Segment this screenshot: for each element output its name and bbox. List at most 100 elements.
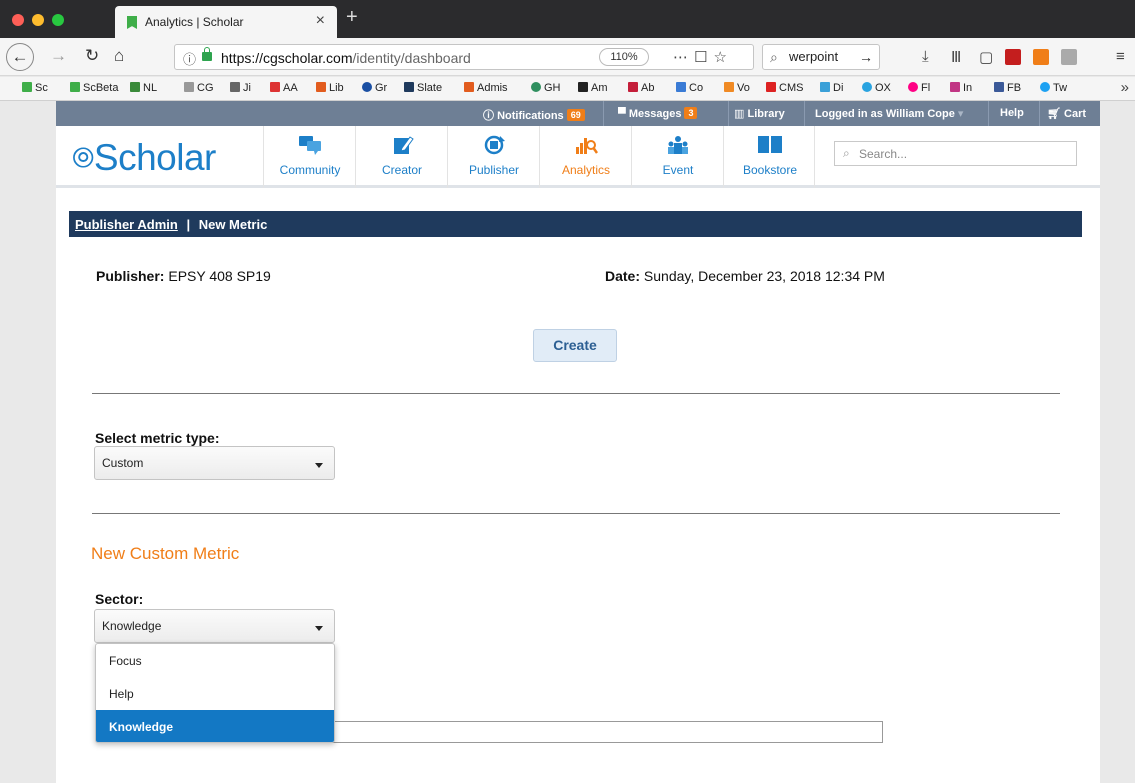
url-text: https://cgscholar.com/identity/dashboard <box>221 50 471 66</box>
chevron-down-icon <box>315 463 323 468</box>
bookmark-gr[interactable]: Gr <box>362 82 387 94</box>
bookmark-sc[interactable]: Sc <box>22 82 48 94</box>
forward-arrow-icon[interactable]: → <box>50 46 67 66</box>
bookmark-cms[interactable]: CMS <box>766 82 803 94</box>
bookmark-cg[interactable]: CG <box>184 82 214 94</box>
nav-publisher[interactable]: Publisher <box>447 126 539 188</box>
bookmark-admis[interactable]: Admis <box>464 82 508 94</box>
messages-link[interactable]: ▀ Messages 3 <box>618 107 698 120</box>
chat-bubbles-icon <box>299 136 321 155</box>
user-bar: ⓘ Notifications 69 ▀ Messages 3 ▥ Library … <box>56 101 1100 126</box>
pencil-icon <box>130 82 140 92</box>
browser-search-bar[interactable]: ⌕ ​werpoint → <box>762 44 880 70</box>
site-search-box[interactable]: ⌕ <box>834 141 1077 166</box>
bookmark-ox[interactable]: OX <box>862 82 891 94</box>
nav-community[interactable]: Community <box>263 126 355 188</box>
browser-tab[interactable]: Analytics | Scholar × <box>115 6 337 38</box>
bookmark-gh[interactable]: GH <box>531 82 561 94</box>
sector-option-focus[interactable]: Focus <box>96 644 334 677</box>
illinois-icon <box>464 82 474 92</box>
bookmark-lib[interactable]: Lib <box>316 82 344 94</box>
acrobat-extension-icon[interactable] <box>1005 49 1021 65</box>
bookmark-ji[interactable]: Ji <box>230 82 251 94</box>
nav-bookstore[interactable]: Bookstore <box>723 126 815 188</box>
url-bar[interactable]: ⓘ https://cgscholar.com/identity/dashboa… <box>174 44 754 70</box>
zoom-window-button[interactable] <box>52 14 64 26</box>
download-icon[interactable]: ⤓ <box>922 48 929 65</box>
ox-icon <box>862 82 872 92</box>
scholar-logo[interactable]: ⦾Scholar <box>72 137 216 179</box>
divider <box>92 393 1060 394</box>
bookmark-fb[interactable]: FB <box>994 82 1021 94</box>
extension-icon[interactable] <box>1061 49 1077 65</box>
messages-count-badge: 3 <box>684 107 698 119</box>
library-icon: ▥ <box>734 108 745 120</box>
bookmark-aa[interactable]: AA <box>270 82 298 94</box>
nav-analytics[interactable]: Analytics <box>539 126 631 188</box>
reload-icon[interactable]: ↻ <box>85 46 99 66</box>
message-icon: ▀ <box>618 108 626 120</box>
menu-icon[interactable]: ≡ <box>1116 48 1125 65</box>
people-group-icon <box>668 136 688 154</box>
bookmark-am[interactable]: Am <box>578 82 608 94</box>
nav-creator[interactable]: Creator <box>355 126 447 188</box>
logged-in-user-menu[interactable]: Logged in as William Cope ▾ <box>815 107 963 120</box>
site-search-input[interactable] <box>859 145 1069 163</box>
co-icon <box>676 82 686 92</box>
sector-option-knowledge[interactable]: Knowledge <box>96 710 334 742</box>
bar-chart-magnifier-icon <box>576 138 598 154</box>
lock-icon <box>202 47 212 61</box>
notifications-count-badge: 69 <box>566 109 585 121</box>
new-tab-icon[interactable]: + <box>346 6 358 29</box>
breadcrumb-publisher-admin-link[interactable]: Publisher Admin <box>75 217 178 232</box>
notifications-link[interactable]: ⓘ Notifications 69 <box>483 107 585 123</box>
library-link[interactable]: ▥ Library <box>734 107 785 120</box>
metric-name-input[interactable] <box>294 721 883 743</box>
scholar-extension-icon[interactable] <box>1033 49 1049 65</box>
metric-type-value: Custom <box>102 456 144 470</box>
nav-event[interactable]: Event <box>631 126 723 188</box>
sector-dropdown-list: Focus Help Knowledge <box>95 643 335 743</box>
library-icon[interactable]: Ⅲ <box>951 48 961 66</box>
help-link[interactable]: Help <box>1000 107 1024 119</box>
sector-select[interactable]: Knowledge <box>94 609 335 643</box>
go-arrow-icon[interactable]: → <box>859 49 873 65</box>
ji-icon <box>230 82 240 92</box>
bookmark-scbeta[interactable]: ScBeta <box>70 82 118 94</box>
bookmark-co[interactable]: Co <box>676 82 703 94</box>
close-tab-icon[interactable]: × <box>316 12 325 30</box>
home-icon[interactable]: ⌂ <box>114 46 124 66</box>
browser-tab-strip: Analytics | Scholar × + <box>0 0 1135 38</box>
ab-icon <box>628 82 638 92</box>
bookmarks-bar: Sc ScBeta NL CG Ji AA Lib Gr Slate Admis… <box>0 77 1135 101</box>
bookmark-slate[interactable]: Slate <box>404 82 442 94</box>
zoom-level-badge[interactable]: 110% <box>599 48 649 66</box>
chevron-down-icon <box>315 626 323 631</box>
metric-type-select[interactable]: Custom <box>94 446 335 480</box>
minimize-window-button[interactable] <box>32 14 44 26</box>
info-icon: ⓘ <box>483 110 494 122</box>
sidebar-icon[interactable]: ▢ <box>979 48 993 66</box>
back-arrow-icon[interactable]: ← <box>6 43 34 71</box>
dot-icon <box>362 82 372 92</box>
bookmark-di[interactable]: Di <box>820 82 843 94</box>
bookmark-icon <box>22 82 32 92</box>
bookmark-nl[interactable]: NL <box>130 82 157 94</box>
tab-title: Analytics | Scholar <box>145 15 244 29</box>
bookmark-tw[interactable]: Tw <box>1040 82 1067 94</box>
bookmark-fl[interactable]: Fl <box>908 82 930 94</box>
more-bookmarks-icon[interactable]: » <box>1121 79 1129 96</box>
bookmark-ab[interactable]: Ab <box>628 82 654 94</box>
search-icon: ⌕ <box>843 146 850 160</box>
cart-link[interactable]: 🛒︎ Cart <box>1047 107 1086 120</box>
info-icon[interactable]: ⓘ <box>183 49 196 68</box>
vo-icon <box>724 82 734 92</box>
cms-icon <box>766 82 776 92</box>
page-actions-icons[interactable]: ⋯☐☆ <box>673 48 733 66</box>
bookmark-vo[interactable]: Vo <box>724 82 750 94</box>
create-button[interactable]: Create <box>533 329 617 362</box>
bookmark-in[interactable]: In <box>950 82 972 94</box>
close-window-button[interactable] <box>12 14 24 26</box>
breadcrumb-separator: | <box>186 217 191 232</box>
sector-option-help[interactable]: Help <box>96 677 334 710</box>
